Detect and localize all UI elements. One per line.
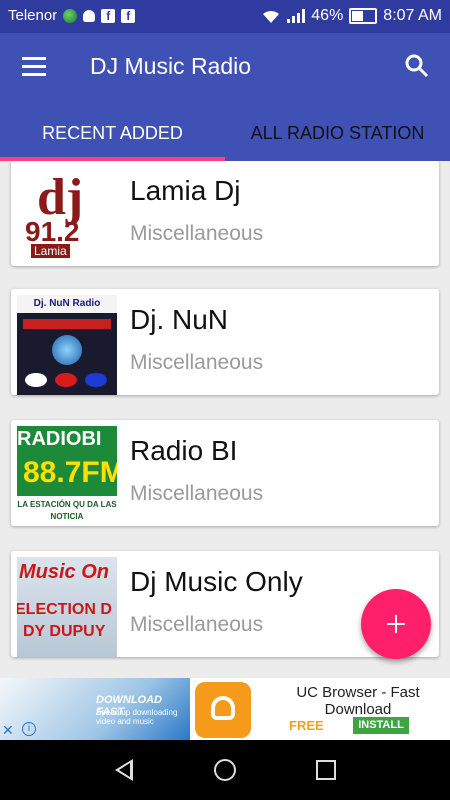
station-logo: dj 91.2 Lamia	[17, 166, 117, 266]
facebook-icon: f	[121, 8, 136, 23]
navigation-bar	[0, 740, 450, 800]
station-name: Dj. NuN	[130, 304, 229, 335]
uc-browser-logo[interactable]	[195, 682, 251, 738]
station-category: Miscellaneous	[130, 222, 264, 245]
ad-banner[interactable]: DOWNLOAD FAST Speed up downloading video…	[0, 678, 450, 740]
search-icon[interactable]	[404, 53, 430, 79]
home-icon[interactable]	[214, 759, 236, 781]
station-name: Lamia Dj	[130, 175, 241, 206]
headphones-icon	[52, 335, 82, 365]
back-icon[interactable]	[115, 759, 133, 781]
station-category: Miscellaneous	[130, 613, 264, 636]
station-category: Miscellaneous	[130, 351, 264, 374]
battery-percent: 46%	[311, 7, 344, 24]
tab-all-radio-station[interactable]: ALL RADIO STATION	[225, 117, 450, 161]
station-name: Dj Music Only	[130, 566, 303, 597]
add-station-button[interactable]	[361, 589, 431, 659]
app-bar: DJ Music Radio RECENT ADDED ALL RADIO ST…	[0, 33, 450, 161]
station-logo: RADIOBI 88.7FM LA ESTACIÓN QU DA LAS NOT…	[17, 426, 117, 526]
station-name: Radio BI	[130, 435, 238, 466]
station-logo: Music On ELECTION D DY DUPUY	[17, 557, 117, 657]
status-right: 46% 8:07 AM	[261, 7, 442, 25]
battery-icon	[349, 8, 378, 24]
tab-bar: RECENT ADDED ALL RADIO STATION	[0, 117, 450, 161]
station-card[interactable]: dj 91.2 Lamia Lamia Dj Miscellaneous	[11, 161, 439, 266]
wifi-icon	[263, 10, 280, 23]
station-logo: Dj. NuN Radio	[17, 295, 117, 395]
install-button[interactable]: INSTALL	[353, 717, 409, 734]
facebook-icon: f	[101, 8, 116, 23]
ad-title[interactable]: UC Browser - Fast Download	[268, 684, 448, 718]
signal-icon	[287, 9, 306, 23]
menu-icon[interactable]	[22, 55, 48, 77]
close-icon[interactable]: ✕	[2, 722, 14, 739]
android-icon	[83, 9, 96, 22]
status-left: Telenor f f	[8, 7, 136, 24]
station-card[interactable]: Dj. NuN Radio Dj. NuN Miscellaneous	[11, 289, 439, 395]
carrier-label: Telenor	[8, 7, 58, 24]
station-category: Miscellaneous	[130, 482, 264, 505]
clock: 8:07 AM	[383, 7, 442, 24]
recent-apps-icon[interactable]	[316, 760, 336, 780]
info-icon[interactable]: i	[22, 722, 36, 736]
globe-icon	[63, 8, 78, 23]
app-title: DJ Music Radio	[90, 53, 252, 79]
station-card[interactable]: RADIOBI 88.7FM LA ESTACIÓN QU DA LAS NOT…	[11, 420, 439, 526]
tab-recent-added[interactable]: RECENT ADDED	[0, 117, 225, 161]
status-bar: Telenor f f 46% 8:07 AM	[0, 0, 450, 33]
ad-price: FREE	[289, 718, 324, 733]
